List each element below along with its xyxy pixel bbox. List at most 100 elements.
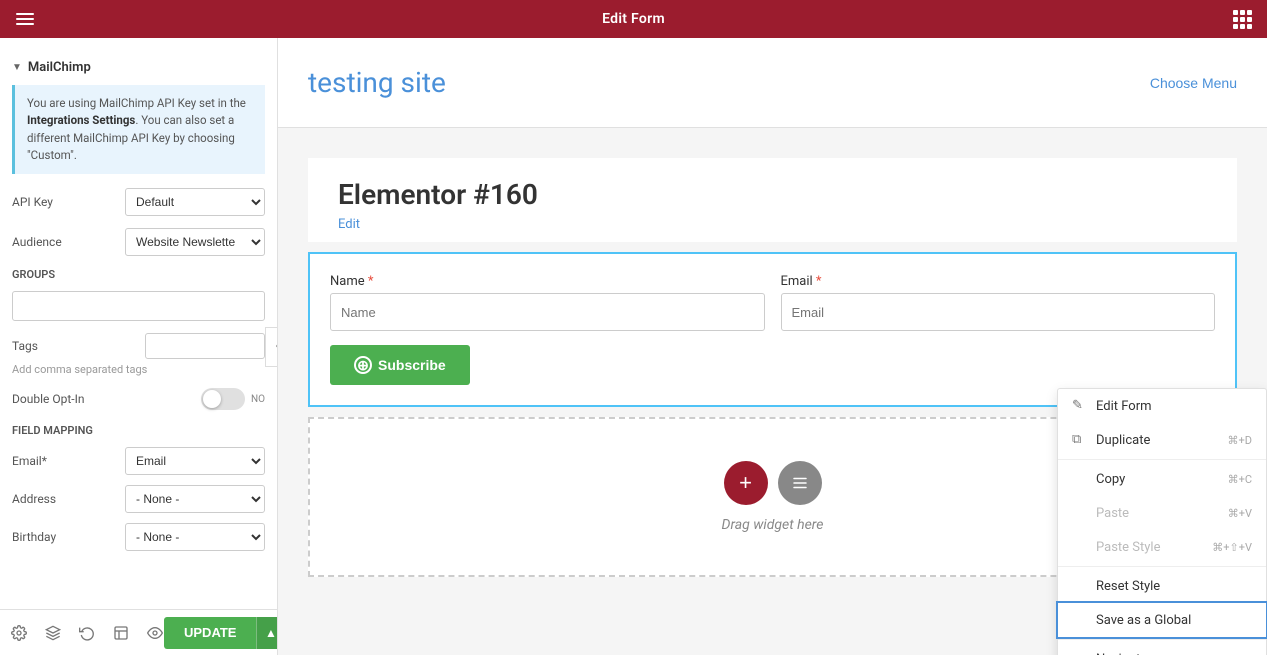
site-title: testing site [308,66,446,99]
tags-row: Tags [12,333,265,359]
paste-style-icon [1072,539,1088,555]
double-optin-row: Double Opt-In NO [12,388,265,410]
page-title: Edit Form [50,11,1217,27]
subscribe-icon: ⊕ [354,356,372,374]
content-nav: testing site Choose Menu [278,38,1267,128]
name-input[interactable] [330,293,765,331]
email-field-row: Email* Email [12,447,265,475]
birthday-field-row: Birthday - None - [12,523,265,551]
form-widget[interactable]: Name * Email * ⊕ Sub [308,252,1237,407]
email-input[interactable] [781,293,1216,331]
context-menu-paste-inner: Paste [1072,505,1129,521]
context-menu-divider-3 [1058,639,1266,640]
email-field-group: Email * [781,274,1216,331]
email-field-label-form: Email * [781,274,1216,289]
email-field-select[interactable]: Email [125,447,265,475]
save-global-icon [1072,612,1088,628]
top-bar: Edit Form [0,0,1267,38]
address-label: Address [12,492,72,506]
context-menu-edit-form[interactable]: ✎ Edit Form [1058,389,1266,423]
handle-button[interactable] [778,461,822,505]
settings-icon[interactable] [10,624,28,642]
hamburger-menu-button[interactable] [0,0,50,38]
tags-section: Tags Add comma separated tags [12,333,265,376]
context-menu-copy-inner: Copy [1072,471,1125,487]
page-block-title: Elementor #160 [338,178,1207,211]
context-menu: ✎ Edit Form ⧉ Duplicate ⌘+D C [1057,388,1267,655]
groups-input[interactable] [12,291,265,321]
update-button[interactable]: UPDATE [164,617,256,649]
double-optin-toggle[interactable]: NO [201,388,265,410]
sidebar-collapse-button[interactable]: ‹ [265,327,278,367]
audience-select[interactable]: Website Newslette [125,228,265,256]
add-widget-button[interactable]: + [724,461,768,505]
field-mapping-section: Field Mapping Email* Email Address - Non… [12,424,265,551]
chevron-down-icon: ▼ [12,62,22,73]
toggle-no-label: NO [251,394,265,405]
canvas-area: Elementor #160 Edit Name * Email [278,128,1267,655]
update-arrow-button[interactable]: ▲ [256,617,278,649]
name-required-marker: * [368,274,374,289]
bottom-icons [10,624,164,642]
context-menu-duplicate-inner: ⧉ Duplicate [1072,432,1150,448]
api-key-label: API Key [12,195,53,209]
double-optin-label: Double Opt-In [12,392,84,406]
context-menu-reset-style[interactable]: Reset Style [1058,569,1266,603]
birthday-label: Birthday [12,530,72,544]
eye-icon[interactable] [146,624,164,642]
context-menu-divider-1 [1058,459,1266,460]
subscribe-button[interactable]: ⊕ Subscribe [330,345,470,385]
layers-icon[interactable] [44,624,62,642]
sidebar: ▼ MailChimp You are using MailChimp API … [0,38,278,655]
groups-label: Groups [12,268,265,281]
context-menu-duplicate[interactable]: ⧉ Duplicate ⌘+D [1058,423,1266,457]
api-key-select[interactable]: Default [125,188,265,216]
content-area: testing site Choose Menu Elementor #160 … [278,38,1267,655]
pencil-icon: ✎ [1072,398,1088,414]
email-field-label: Email* [12,454,72,468]
context-menu-navigator[interactable]: Navigator [1058,642,1266,655]
history-icon[interactable] [78,624,96,642]
form-fields-row: Name * Email * [330,274,1215,331]
info-box: You are using MailChimp API Key set in t… [12,85,265,174]
add-tags-hint: Add comma separated tags [12,363,265,376]
update-button-group: UPDATE ▲ [164,617,278,649]
address-field-row: Address - None - [12,485,265,513]
page-edit-link[interactable]: Edit [338,217,1207,232]
copy-icon [1072,471,1088,487]
sidebar-content: ▼ MailChimp You are using MailChimp API … [0,38,277,609]
choose-menu-button[interactable]: Choose Menu [1150,75,1237,91]
duplicate-icon: ⧉ [1072,432,1088,448]
context-menu-paste-style[interactable]: Paste Style ⌘+⇧+V [1058,530,1266,564]
groups-section: Groups [12,268,265,333]
context-menu-save-global-inner: Save as a Global [1072,612,1191,628]
template-icon[interactable] [112,624,130,642]
navigator-icon [1072,651,1088,655]
toggle-thumb [203,390,221,408]
mailchimp-section-label: MailChimp [28,60,91,75]
email-required-marker: * [816,274,822,289]
context-menu-save-global[interactable]: Save as a Global [1058,603,1266,637]
tags-label: Tags [12,339,38,353]
bottom-bar: UPDATE ▲ [0,609,277,655]
address-select[interactable]: - None - [125,485,265,513]
paste-icon [1072,505,1088,521]
mailchimp-section-header[interactable]: ▼ MailChimp [12,50,265,85]
birthday-select[interactable]: - None - [125,523,265,551]
toggle-track[interactable] [201,388,245,410]
context-menu-copy[interactable]: Copy ⌘+C [1058,462,1266,496]
menu-icon [16,13,34,25]
name-field-label: Name * [330,274,765,289]
page-title-block: Elementor #160 Edit [308,158,1237,242]
audience-label: Audience [12,235,62,249]
grid-view-button[interactable] [1217,0,1267,38]
context-menu-paste[interactable]: Paste ⌘+V [1058,496,1266,530]
context-menu-edit-form-inner: ✎ Edit Form [1072,398,1152,414]
grid-icon [1233,10,1252,29]
context-menu-reset-style-inner: Reset Style [1072,578,1160,594]
audience-row: Audience Website Newslette [12,228,265,256]
tags-input[interactable] [145,333,265,359]
info-text-before: You are using MailChimp API Key set in t… [27,96,246,110]
field-mapping-label: Field Mapping [12,424,265,437]
widget-buttons-row: + [724,461,822,505]
